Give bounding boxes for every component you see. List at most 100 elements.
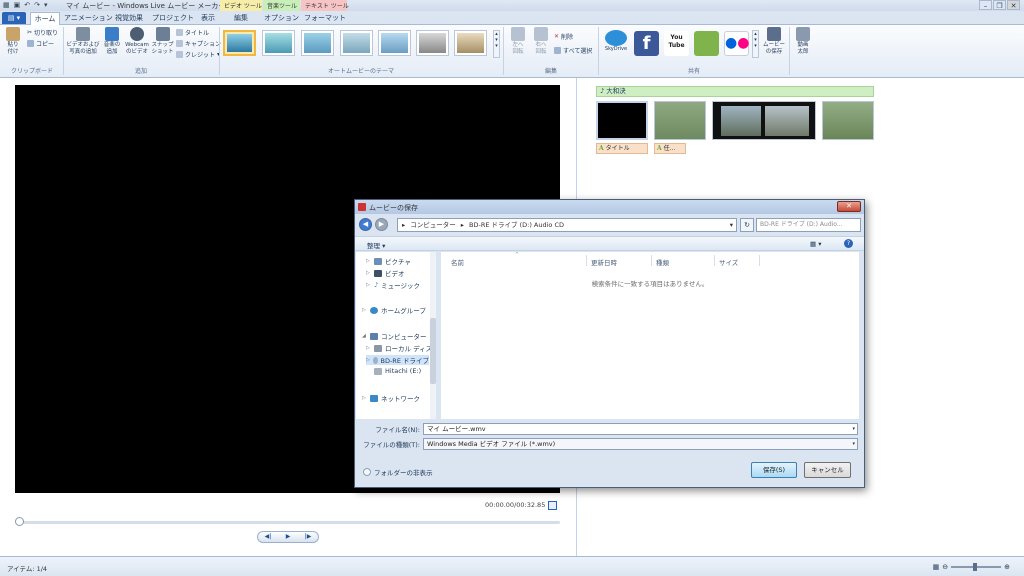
rotate-left-button[interactable]: 左へ 回転 [507,27,529,55]
clip-thumbnail[interactable] [596,101,648,140]
paste-button[interactable]: 貼り 付け [4,27,22,55]
nav-item-hitachi[interactable]: Hitachi (E:) [366,367,421,375]
address-bar[interactable]: ▸ コンピューター ▸ BD-RE ドライブ (D:) Audio CD ▾ [397,218,737,232]
column-header-type[interactable]: 種類 [656,257,669,267]
seek-bar[interactable] [15,521,560,524]
copy-button[interactable]: コピー [27,39,54,48]
credits-button[interactable]: クレジット ▾ [176,50,220,59]
column-divider[interactable] [759,255,760,266]
collapse-arrow-icon[interactable]: ◢ [362,333,367,339]
search-input[interactable]: BD-RE ドライブ (D:) Audio... [756,218,861,232]
views-button[interactable]: ▦ ▾ [810,240,821,248]
theme-thumbnail[interactable] [223,30,256,56]
nav-item-bd-drive[interactable]: ▷ BD-RE ドライブ [366,355,429,365]
storyboard-view-icon[interactable]: ▦ [933,563,940,571]
nav-item-music[interactable]: ▷ ♪ ミュージック [366,280,420,290]
back-button[interactable]: ◀ [359,218,372,231]
theme-gallery-scroll[interactable]: ▴ ▾ ▾ [493,30,500,58]
chevron-down-icon[interactable]: ▾ [730,219,736,231]
column-header-name[interactable]: 名前 [451,257,464,267]
clip-thumbnail[interactable] [822,101,874,140]
tab-home[interactable]: ホーム [30,12,60,25]
cancel-button[interactable]: キャンセル [804,462,851,478]
delete-button[interactable]: ✕ 削除 [554,32,573,41]
sign-in-button[interactable]: 動画 太郎 [792,27,814,55]
tab-animations[interactable]: アニメーション [64,12,113,25]
youtube-icon[interactable]: You Tube [664,31,689,56]
tab-edit[interactable]: 編集 [224,12,258,25]
expand-arrow-icon[interactable]: ▷ [366,258,371,264]
nav-item-pictures[interactable]: ▷ ピクチャ [366,256,411,266]
previous-frame-button[interactable]: ◀| [258,532,278,542]
music-track[interactable]: ♪ 大和決 [596,86,874,97]
caption-button[interactable]: キャプション [176,39,221,48]
tab-options[interactable]: オプション [264,12,299,25]
refresh-button[interactable]: ↻ [740,218,754,232]
nav-item-homegroup[interactable]: ▷ ホームグループ [362,305,426,315]
close-button[interactable]: ✕ [1007,0,1020,10]
expand-arrow-icon[interactable]: ▷ [366,282,371,288]
nav-scrollbar[interactable] [430,252,436,419]
tab-project[interactable]: プロジェクト [152,12,194,25]
app-menu-icon[interactable]: ▦ [3,1,10,9]
theme-thumbnail[interactable] [378,30,411,56]
caption-item[interactable]: A 任... [654,143,686,154]
theme-thumbnail[interactable] [454,30,487,56]
theme-thumbnail[interactable] [262,30,295,56]
nav-item-videos[interactable]: ▷ ビデオ [366,268,405,278]
zoom-in-icon[interactable]: ⊕ [1004,563,1010,571]
save-movie-button[interactable]: ムービー の保存 [762,27,786,55]
webcam-video-button[interactable]: Webcam のビデオ [124,27,150,55]
play-button[interactable]: ▶ [278,532,298,542]
breadcrumb-bd-drive[interactable]: BD-RE ドライブ (D:) Audio CD [469,219,564,231]
rotate-right-button[interactable]: 右へ 回転 [530,27,552,55]
organize-button[interactable]: 整理 ▾ [367,240,385,250]
chevron-down-icon[interactable]: ▾ [44,1,48,9]
add-videos-photos-button[interactable]: ビデオおよび 写真の追加 [66,27,100,55]
forward-button[interactable]: ▶ [375,218,388,231]
column-header-date[interactable]: 更新日時 [591,257,617,267]
zoom-out-icon[interactable]: ⊖ [942,563,948,571]
undo-icon[interactable]: ↶ [24,1,30,9]
chevron-down-icon[interactable]: ▾ [852,424,855,434]
maximize-button[interactable]: ❐ [993,0,1006,10]
flickr-icon[interactable]: ●● [724,31,749,56]
column-divider[interactable] [586,255,587,266]
column-header-size[interactable]: サイズ [719,257,738,267]
fullscreen-icon[interactable] [548,501,557,510]
zoom-thumb[interactable] [973,563,978,571]
share-gallery-scroll[interactable]: ▴ ▾ ▾ [752,30,759,58]
expand-arrow-icon[interactable]: ▷ [366,270,371,276]
theme-thumbnail[interactable] [301,30,334,56]
scrollbar-thumb[interactable] [430,318,436,384]
facebook-icon[interactable]: f [634,31,659,56]
chevron-down-icon[interactable]: ▾ [852,439,855,449]
clip-thumbnail[interactable] [654,101,706,140]
add-music-button[interactable]: 音楽の 追加 [101,27,123,55]
expand-arrow-icon[interactable]: ▷ [366,345,371,351]
clip-thumbnail[interactable] [712,101,816,140]
next-frame-button[interactable]: |▶ [298,532,318,542]
expand-arrow-icon[interactable]: ▷ [366,357,370,363]
nav-item-network[interactable]: ▷ ネットワーク [362,393,420,403]
select-all-button[interactable]: すべて選択 [554,46,592,55]
snapshot-button[interactable]: スナップ ショット [151,27,174,55]
filetype-select[interactable]: Windows Media ビデオ ファイル (*.wmv) ▾ [423,438,858,450]
hide-folders-button[interactable]: フォルダーの非表示 [363,467,433,477]
expand-arrow-icon[interactable]: ▷ [362,395,367,401]
column-divider[interactable] [651,255,652,266]
skydrive-button[interactable]: SkyDrive [603,30,629,52]
breadcrumb-computer[interactable]: コンピューター [410,219,456,231]
application-menu-button[interactable]: ▤ ▾ [2,12,26,24]
messenger-icon[interactable] [694,31,719,56]
tab-visual-effects[interactable]: 視覚効果 [110,12,148,25]
cut-button[interactable]: ✂ 切り取り [27,28,58,37]
filename-input[interactable]: マイ ムービー.wmv ▾ [423,423,858,435]
nav-item-local-disk[interactable]: ▷ ローカル ディス [366,343,432,353]
save-icon[interactable]: ▣ [14,1,21,9]
theme-thumbnail[interactable] [416,30,449,56]
column-divider[interactable] [714,255,715,266]
tab-format[interactable]: フォーマット [304,12,346,25]
help-icon[interactable]: ? [844,239,853,248]
save-button[interactable]: 保存(S) [751,462,797,478]
